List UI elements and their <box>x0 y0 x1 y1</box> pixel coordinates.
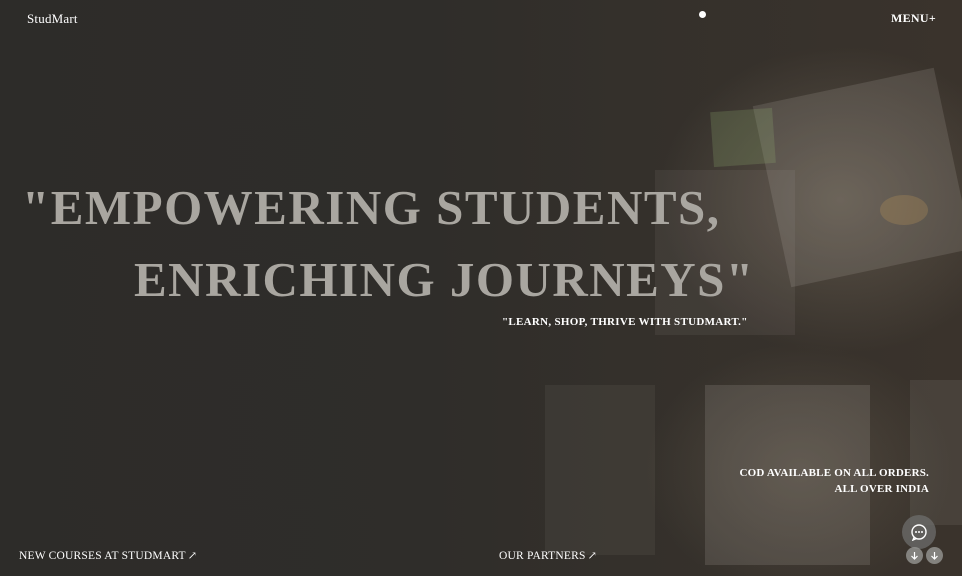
scroll-down-button[interactable] <box>906 547 923 564</box>
chat-button[interactable] <box>902 515 936 549</box>
arrow-up-right-icon: ↗ <box>187 550 198 562</box>
background-paper <box>545 385 655 555</box>
brand-logo[interactable]: StudMart <box>27 11 78 27</box>
menu-button[interactable]: MENU+ <box>891 11 936 26</box>
background-paper <box>910 380 962 525</box>
chat-bubble-icon <box>911 524 927 541</box>
background-paper <box>752 67 962 288</box>
cod-notice-line-1: COD AVAILABLE ON ALL ORDERS. <box>739 467 929 479</box>
cod-notice-line-2: ALL OVER INDIA <box>834 483 929 495</box>
scroll-down-button[interactable] <box>926 547 943 564</box>
arrow-down-icon <box>911 552 918 560</box>
new-courses-label: NEW COURSES AT STUDMART <box>19 550 186 562</box>
background-sticky-note <box>710 107 776 168</box>
hero-tagline: "LEARN, SHOP, THRIVE WITH STUDMART." <box>502 316 748 328</box>
our-partners-label: OUR PARTNERS <box>499 550 586 562</box>
headline-line-2: ENRICHING JOURNEYS" <box>134 252 755 307</box>
cod-notice: COD AVAILABLE ON ALL ORDERS. ALL OVER IN… <box>739 465 929 497</box>
cursor-dot <box>699 11 706 18</box>
arrow-up-right-icon: ↗ <box>587 550 598 562</box>
headline-line-1: "EMPOWERING STUDENTS, <box>22 180 721 235</box>
our-partners-link[interactable]: OUR PARTNERS ↗ <box>499 549 597 562</box>
background-pie-chart <box>880 195 928 225</box>
new-courses-link[interactable]: NEW COURSES AT STUDMART ↗ <box>19 549 197 562</box>
arrow-down-icon <box>931 552 938 560</box>
